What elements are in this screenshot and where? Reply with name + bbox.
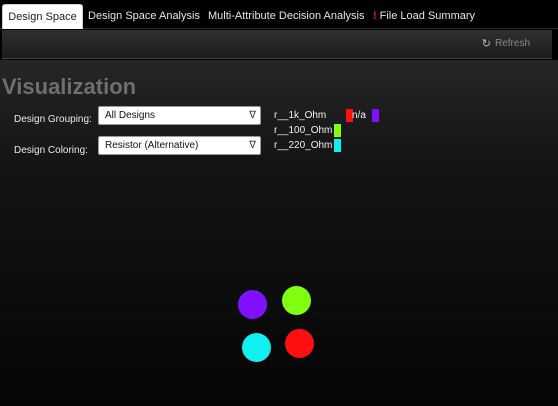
design-space-plot: [220, 270, 330, 380]
legend-label: r__100_Ohm: [274, 125, 333, 136]
design-point[interactable]: [285, 329, 314, 358]
design-grouping-value: All Designs: [105, 110, 156, 121]
tab-bar: Design Space Design Space Analysis Multi…: [0, 0, 558, 29]
tab-file-load-summary-label: File Load Summary: [379, 10, 476, 22]
legend-swatch: [334, 139, 342, 152]
design-coloring-label: Design Coloring:: [14, 145, 88, 156]
tab-design-space[interactable]: Design Space: [2, 4, 83, 29]
legend-item-100: r__100_Ohm: [274, 124, 342, 137]
legend-swatch: [371, 109, 379, 122]
warning-icon: !: [372, 10, 377, 22]
legend-label: r__1k_Ohm: [274, 110, 327, 121]
legend-swatch: [334, 124, 342, 137]
chevron-down-icon: ∇: [249, 140, 256, 151]
page-title: Visualization: [2, 74, 137, 99]
legend-item-220: r__220_Ohm: [274, 139, 342, 152]
legend-item-1k: r__1k_Ohm: [274, 109, 354, 122]
legend-label: n/a: [352, 110, 366, 121]
design-point[interactable]: [282, 286, 311, 315]
design-point[interactable]: [238, 290, 267, 319]
tab-file-load-summary[interactable]: ! File Load Summary: [372, 4, 476, 28]
design-point[interactable]: [242, 333, 271, 362]
toolbar: ↻ Refresh: [2, 30, 552, 59]
design-coloring-value: Resistor (Alternative): [105, 140, 199, 151]
refresh-icon: ↻: [481, 38, 491, 50]
tab-design-space-analysis[interactable]: Design Space Analysis: [86, 4, 202, 28]
design-grouping-select[interactable]: All Designs ∇: [98, 106, 261, 125]
tab-multi-attribute-decision-analysis[interactable]: Multi-Attribute Decision Analysis: [208, 4, 365, 28]
chevron-down-icon: ∇: [249, 110, 256, 121]
refresh-button[interactable]: ↻ Refresh: [482, 37, 530, 50]
refresh-label: Refresh: [494, 38, 530, 49]
legend-label: r__220_Ohm: [274, 140, 333, 151]
design-grouping-label: Design Grouping:: [14, 114, 92, 125]
design-coloring-select[interactable]: Resistor (Alternative) ∇: [98, 136, 261, 155]
legend-item-na: n/a: [352, 109, 379, 122]
